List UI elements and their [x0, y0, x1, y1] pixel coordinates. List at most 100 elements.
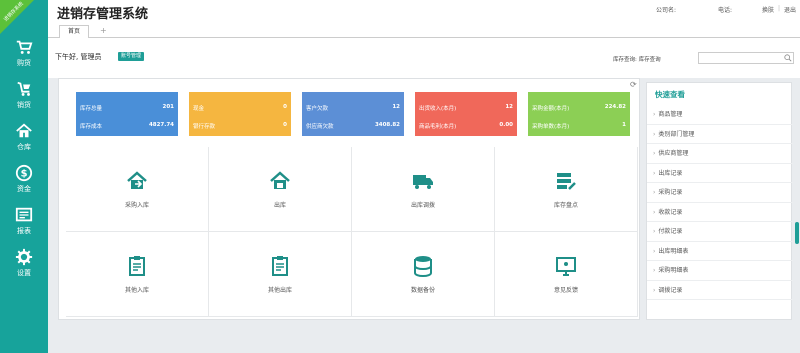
quick-item-suppliers[interactable]: › 供应商管理 — [647, 144, 793, 164]
sidebar-item-funds[interactable]: $ 资金 — [0, 158, 48, 200]
shortcut-label: 采购入库 — [124, 202, 149, 209]
stat-label: 供应商欠款 — [306, 124, 334, 130]
chevron-right-icon: › — [653, 169, 656, 177]
quick-view-title: 快速查看 — [655, 90, 685, 99]
stat-value: 0.00 — [499, 122, 513, 128]
svg-text:$: $ — [21, 169, 28, 180]
quick-item-label: 商品管理 — [658, 111, 683, 118]
database-icon — [414, 256, 432, 278]
stat-label: 出货收入(本月) — [419, 106, 457, 112]
report-icon — [15, 207, 33, 222]
logout-link[interactable]: 退出 — [784, 5, 796, 14]
account-manage-badge[interactable]: 账号管理 — [118, 52, 145, 61]
change-skin-link[interactable]: 换肤 — [762, 5, 774, 14]
stat-value: 3408.82 — [374, 122, 400, 128]
quick-item-transfers[interactable]: › 调拨记录 — [647, 281, 793, 300]
chevron-right-icon: › — [653, 150, 656, 157]
tab-bar: 首页 + — [48, 22, 800, 38]
scrollbar-handle[interactable] — [795, 222, 799, 244]
warehouse-out-icon — [270, 171, 290, 189]
stat-value: 12 — [505, 104, 513, 110]
top-header: 进销存管理系统 公司名: 电话: 换肤 | 退出 — [48, 0, 800, 22]
quick-item-label: 采购明细表 — [658, 267, 689, 274]
search-icon[interactable] — [784, 54, 792, 62]
add-tab-icon[interactable]: + — [100, 26, 107, 35]
sidebar-item-warehouse[interactable]: 仓库 — [0, 116, 48, 158]
sidebar-item-label: 资金 — [17, 185, 31, 193]
stat-label: 采购金额(本月) — [532, 106, 570, 112]
stat-card-purchase: 采购金额(本月) 224.82 采购单数(本月) 1 — [528, 92, 630, 136]
quick-item-categories[interactable]: › 类别部门管理 — [647, 125, 793, 144]
delivery-truck-icon — [413, 175, 433, 189]
inventory-check-icon — [557, 173, 576, 190]
quick-item-purchase-records[interactable]: › 采购记录 — [647, 183, 793, 203]
shortcut-inventory-check[interactable]: 库存盘点 — [495, 147, 638, 232]
stock-search-input[interactable] — [698, 52, 794, 64]
stat-value: 201 — [162, 104, 174, 110]
header-info: 公司名: 电话: 换肤 | 退出 — [656, 5, 796, 14]
shortcut-backup[interactable]: 数据备份 — [352, 232, 495, 317]
header-divider: | — [777, 5, 780, 12]
stat-label: 客户欠款 — [306, 106, 329, 112]
shortcut-grid: 采购入库 出库 出库调拨 库存盘点 其他入库 其他出库 数据备份 意见反馈 — [66, 147, 638, 317]
chevron-right-icon: › — [653, 189, 656, 196]
chevron-right-icon: › — [653, 111, 656, 118]
quick-item-out-records[interactable]: › 出库记录 — [647, 164, 793, 183]
sidebar-item-sales[interactable]: 销货 — [0, 74, 48, 116]
refresh-icon[interactable]: ⟳ — [630, 80, 637, 89]
company-field: 公司名: — [655, 7, 676, 14]
quick-item-products[interactable]: › 商品管理 — [647, 105, 793, 125]
home-icon — [16, 123, 32, 138]
quick-item-out-details[interactable]: › 出库明细表 — [647, 242, 793, 261]
greeting-bar: 下午好, 管理员 账号管理 库存查询: 库存查询 — [48, 38, 800, 78]
stat-label: 采购单数(本月) — [532, 124, 570, 130]
shortcut-label: 其他入库 — [124, 287, 149, 294]
shortcut-transfer[interactable]: 出库调拨 — [352, 147, 495, 232]
shortcut-label: 库存盘点 — [553, 202, 578, 209]
sidebar-item-reports[interactable]: 报表 — [0, 200, 48, 242]
quick-item-label: 供应商管理 — [658, 150, 689, 157]
quick-item-purchase-details[interactable]: › 采购明细表 — [647, 261, 793, 281]
greeting-text: 下午好, 管理员 — [55, 53, 102, 61]
chevron-right-icon: › — [653, 247, 656, 255]
shortcut-label: 出库 — [273, 202, 286, 209]
sidebar-item-purchase[interactable]: 购货 — [0, 32, 48, 74]
sidebar-item-label: 设置 — [17, 269, 31, 277]
quick-item-label: 调拨记录 — [658, 286, 683, 294]
shortcut-label: 其他出库 — [267, 287, 292, 294]
quick-view-panel: 快速查看 › 商品管理 › 类别部门管理 › 供应商管理 › 出库记录 › 采购记录 › 收… — [646, 82, 793, 320]
sidebar-item-label: 报表 — [17, 227, 31, 235]
quick-item-label: 出库记录 — [658, 169, 683, 177]
shortcut-out[interactable]: 出库 — [209, 147, 352, 232]
sidebar: 进销存系统 购货 销货 仓库 $ 资金 报表 设置 — [0, 0, 48, 353]
stat-value: 224.82 — [604, 104, 626, 110]
app-title: 进销存管理系统 — [57, 7, 149, 22]
phone-field: 电话: — [717, 7, 732, 14]
app-root: 进销存系统 购货 销货 仓库 $ 资金 报表 设置 进销存管理系统 公司名: 电… — [0, 0, 800, 353]
quick-item-label: 付款记录 — [658, 228, 683, 235]
shortcut-other-in[interactable]: 其他入库 — [66, 232, 209, 317]
shortcut-label: 出库调拨 — [410, 202, 435, 209]
stock-search-label: 库存查询: 库存查询 — [613, 57, 661, 63]
shortcut-purchase-in[interactable]: 采购入库 — [66, 147, 209, 232]
cart-out-icon — [17, 81, 31, 96]
stat-value: 0 — [283, 122, 287, 128]
clipboard-in-icon — [129, 256, 145, 276]
quick-item-label: 采购记录 — [658, 189, 683, 196]
tab-home[interactable]: 首页 — [59, 25, 90, 38]
shortcut-feedback[interactable]: 意见反馈 — [495, 232, 638, 317]
clipboard-out-icon — [272, 256, 288, 276]
quick-item-payments[interactable]: › 付款记录 — [647, 222, 793, 242]
sidebar-nav: 购货 销货 仓库 $ 资金 报表 设置 — [0, 32, 48, 284]
quick-item-label: 类别部门管理 — [658, 130, 695, 138]
shortcut-other-out[interactable]: 其他出库 — [209, 232, 352, 317]
stat-label: 库存总量 — [80, 106, 103, 112]
chevron-right-icon: › — [653, 228, 656, 235]
monitor-icon — [556, 257, 576, 276]
stat-card-debt: 客户欠款 12 供应商欠款 3408.82 — [302, 92, 404, 136]
stat-value: 0 — [283, 104, 287, 110]
chevron-right-icon: › — [653, 208, 656, 216]
sidebar-item-settings[interactable]: 设置 — [0, 242, 48, 284]
quick-item-receipts[interactable]: › 收款记录 — [647, 203, 793, 222]
stat-label: 库存成本 — [80, 124, 103, 130]
